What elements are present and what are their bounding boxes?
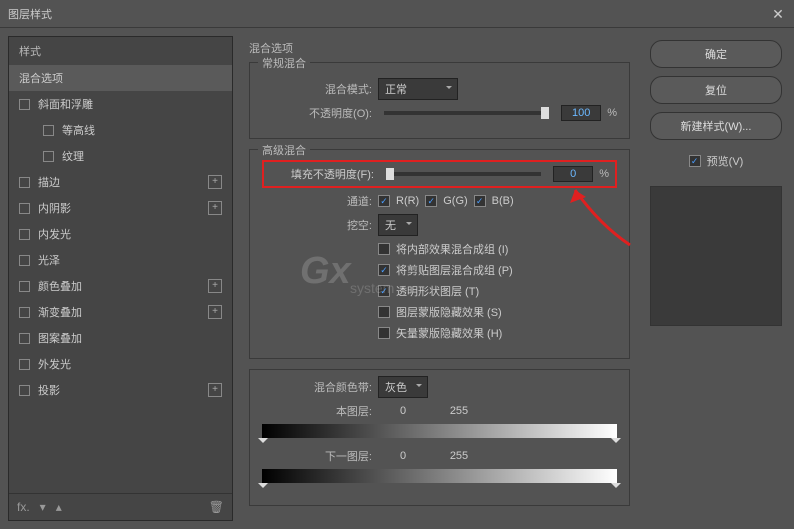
style-item-7[interactable]: 光泽: [9, 247, 232, 273]
vector-mask-checkbox[interactable]: [378, 327, 390, 339]
style-label: 图案叠加: [38, 330, 222, 346]
style-checkbox[interactable]: [43, 125, 54, 136]
down-icon[interactable]: ▾: [40, 500, 46, 514]
style-label: 描边: [38, 174, 208, 190]
knockout-label: 挖空:: [262, 217, 372, 233]
cancel-button[interactable]: 复位: [650, 76, 782, 104]
opacity-label: 不透明度(O):: [262, 105, 372, 121]
new-style-button[interactable]: 新建样式(W)...: [650, 112, 782, 140]
style-checkbox[interactable]: [19, 255, 30, 266]
preview-box: [650, 186, 782, 326]
fill-opacity-label: 填充不透明度(F):: [270, 166, 374, 182]
style-checkbox[interactable]: [43, 151, 54, 162]
styles-footer: fx. ▾ ▴ 🗑: [9, 493, 232, 520]
blend-clipped-checkbox[interactable]: [378, 264, 390, 276]
style-label: 投影: [38, 382, 208, 398]
up-icon[interactable]: ▴: [56, 500, 62, 514]
blend-if-select[interactable]: 灰色: [378, 376, 428, 398]
style-checkbox[interactable]: [19, 177, 30, 188]
style-item-8[interactable]: 颜色叠加+: [9, 273, 232, 299]
blend-mode-select[interactable]: 正常: [378, 78, 458, 100]
blend-if-group: 混合颜色带: 灰色 本图层: 0 255 下一图层: 0 255: [249, 369, 630, 506]
options-panel: 混合选项 常规混合 混合模式: 正常 不透明度(O): 100 % 高级混合 填…: [241, 36, 638, 521]
style-item-12[interactable]: 投影+: [9, 377, 232, 403]
style-label: 混合选项: [19, 70, 222, 86]
layer-mask-checkbox[interactable]: [378, 306, 390, 318]
style-label: 内发光: [38, 226, 222, 242]
channel-b-checkbox[interactable]: [474, 195, 486, 207]
style-label: 渐变叠加: [38, 304, 208, 320]
style-item-6[interactable]: 内发光: [9, 221, 232, 247]
style-checkbox[interactable]: [19, 333, 30, 344]
style-label: 内阴影: [38, 200, 208, 216]
style-checkbox[interactable]: [19, 99, 30, 110]
style-item-3[interactable]: 纹理: [9, 143, 232, 169]
style-item-4[interactable]: 描边+: [9, 169, 232, 195]
style-item-5[interactable]: 内阴影+: [9, 195, 232, 221]
styles-panel: 样式 混合选项斜面和浮雕等高线纹理描边+内阴影+内发光光泽颜色叠加+渐变叠加+图…: [8, 36, 233, 521]
style-label: 等高线: [62, 122, 222, 138]
window-title: 图层样式: [8, 6, 52, 22]
style-label: 外发光: [38, 356, 222, 372]
transparency-checkbox[interactable]: [378, 285, 390, 297]
channel-r-checkbox[interactable]: [378, 195, 390, 207]
blend-interior-checkbox[interactable]: [378, 243, 390, 255]
style-checkbox[interactable]: [19, 307, 30, 318]
opacity-slider[interactable]: [384, 111, 549, 115]
style-checkbox[interactable]: [19, 359, 30, 370]
action-panel: 确定 复位 新建样式(W)... 预览(V): [646, 36, 786, 521]
this-layer-label: 本图层:: [262, 403, 372, 419]
blend-if-label: 混合颜色带:: [262, 379, 372, 395]
style-item-11[interactable]: 外发光: [9, 351, 232, 377]
style-checkbox[interactable]: [19, 281, 30, 292]
knockout-select[interactable]: 无: [378, 214, 418, 236]
normal-blend-group: 常规混合 混合模式: 正常 不透明度(O): 100 %: [249, 62, 630, 139]
style-item-1[interactable]: 斜面和浮雕: [9, 91, 232, 117]
style-checkbox[interactable]: [19, 385, 30, 396]
titlebar: 图层样式 ✕: [0, 0, 794, 28]
add-icon[interactable]: +: [208, 305, 222, 319]
style-label: 光泽: [38, 252, 222, 268]
advanced-blend-group: 高级混合 填充不透明度(F): 0 % 通道: R(R) G(G) B(B) 挖…: [249, 149, 630, 359]
add-icon[interactable]: +: [208, 383, 222, 397]
fill-opacity-slider[interactable]: [386, 172, 541, 176]
close-icon[interactable]: ✕: [770, 6, 786, 22]
options-heading: 混合选项: [249, 40, 630, 56]
add-icon[interactable]: +: [208, 279, 222, 293]
next-layer-slider[interactable]: [262, 469, 617, 483]
styles-header: 样式: [9, 37, 232, 65]
fill-opacity-highlight: 填充不透明度(F): 0 %: [262, 160, 617, 188]
opacity-input[interactable]: 100: [561, 105, 601, 121]
channels-label: 通道:: [262, 193, 372, 209]
trash-icon[interactable]: 🗑: [209, 500, 224, 514]
style-item-10[interactable]: 图案叠加: [9, 325, 232, 351]
style-item-2[interactable]: 等高线: [9, 117, 232, 143]
channel-g-checkbox[interactable]: [425, 195, 437, 207]
add-icon[interactable]: +: [208, 201, 222, 215]
style-label: 纹理: [62, 148, 222, 164]
add-icon[interactable]: +: [208, 175, 222, 189]
ok-button[interactable]: 确定: [650, 40, 782, 68]
next-layer-label: 下一图层:: [262, 448, 372, 464]
style-label: 斜面和浮雕: [38, 96, 222, 112]
style-checkbox[interactable]: [19, 229, 30, 240]
style-item-0[interactable]: 混合选项: [9, 65, 232, 91]
fx-icon[interactable]: fx.: [17, 500, 30, 514]
preview-label: 预览(V): [707, 153, 744, 169]
style-checkbox[interactable]: [19, 203, 30, 214]
style-label: 颜色叠加: [38, 278, 208, 294]
preview-checkbox[interactable]: [689, 155, 701, 167]
this-layer-slider[interactable]: [262, 424, 617, 438]
styles-list: 混合选项斜面和浮雕等高线纹理描边+内阴影+内发光光泽颜色叠加+渐变叠加+图案叠加…: [9, 65, 232, 493]
fill-opacity-input[interactable]: 0: [553, 166, 593, 182]
style-item-9[interactable]: 渐变叠加+: [9, 299, 232, 325]
blend-mode-label: 混合模式:: [262, 81, 372, 97]
